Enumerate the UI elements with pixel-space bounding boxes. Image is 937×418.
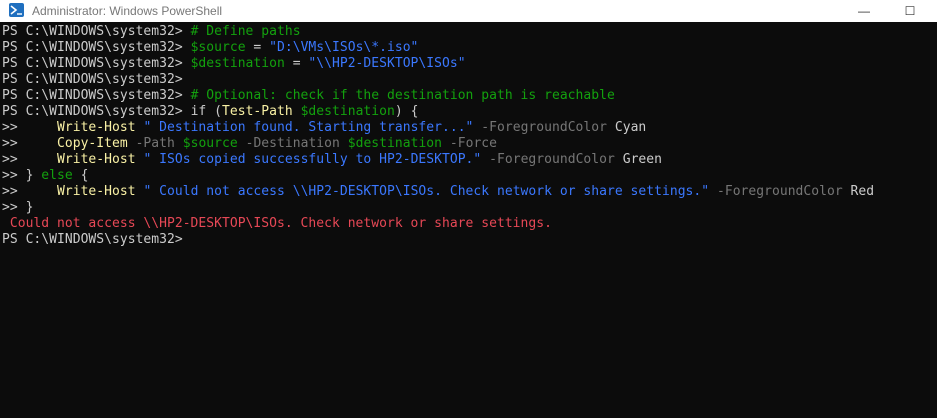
- terminal-token: >>: [2, 200, 26, 215]
- terminal-token: >>: [2, 184, 57, 199]
- terminal-token: Write-Host: [57, 152, 136, 167]
- terminal-line: Could not access \\HP2-DESKTOP\ISOs. Che…: [2, 216, 935, 232]
- terminal-token: $source: [190, 40, 246, 55]
- prompt-chevron-icon: [10, 5, 22, 15]
- terminal-token: -ForegroundColor: [481, 120, 607, 135]
- terminal-token: # Optional: check if the destination pat…: [190, 88, 615, 103]
- terminal-line: >> Copy-Item -Path $source -Destination …: [2, 136, 935, 152]
- powershell-icon: [9, 3, 24, 17]
- terminal-token: PS C:\WINDOWS\system32>: [2, 104, 191, 119]
- terminal-token: PS C:\WINDOWS\system32>: [2, 232, 191, 247]
- terminal-line: >> Write-Host " ISOs copied successfully…: [2, 152, 935, 168]
- terminal-token: ) {: [394, 104, 419, 119]
- terminal-token: >>: [2, 168, 26, 183]
- terminal-token: Cyan: [607, 120, 647, 135]
- terminal-token: PS C:\WINDOWS\system32>: [2, 72, 191, 87]
- terminal-token: >>: [2, 120, 57, 135]
- terminal-token: -Path: [135, 136, 175, 151]
- title-bar[interactable]: Administrator: Windows PowerShell — ☐: [0, 0, 937, 22]
- terminal-token: $source: [182, 136, 238, 151]
- window-title: Administrator: Windows PowerShell: [32, 4, 223, 18]
- terminal-token: (: [206, 104, 222, 119]
- terminal-token: >>: [2, 136, 57, 151]
- terminal-token: " ISOs copied successfully to HP2-DESKTO…: [143, 152, 482, 167]
- terminal-token: Test-Path: [222, 104, 293, 119]
- terminal-output[interactable]: PS C:\WINDOWS\system32> # Define paths PS…: [2, 24, 935, 416]
- terminal-token: {: [72, 168, 89, 183]
- terminal-token: " Destination found. Starting transfer..…: [143, 120, 474, 135]
- terminal-line: >> Write-Host " Destination found. Start…: [2, 120, 935, 136]
- terminal-token: # Define paths: [190, 24, 301, 39]
- terminal-token: >>: [2, 152, 57, 167]
- terminal-token: "\\HP2-DESKTOP\ISOs": [308, 56, 466, 71]
- maximize-button[interactable]: ☐: [887, 0, 933, 22]
- terminal-line: PS C:\WINDOWS\system32>: [2, 72, 935, 88]
- terminal-line: PS C:\WINDOWS\system32> if (Test-Path $d…: [2, 104, 935, 120]
- terminal-token: PS C:\WINDOWS\system32>: [2, 56, 191, 71]
- terminal-line: PS C:\WINDOWS\system32>: [2, 232, 935, 248]
- terminal-token: Green: [614, 152, 662, 167]
- terminal-line: PS C:\WINDOWS\system32> # Define paths: [2, 24, 935, 40]
- terminal-token: " Could not access \\HP2-DESKTOP\ISOs. C…: [143, 184, 710, 199]
- terminal-token: $destination: [347, 136, 443, 151]
- terminal-token: -Destination: [245, 136, 340, 151]
- terminal-token: Copy-Item: [57, 136, 128, 151]
- terminal-line: PS C:\WINDOWS\system32> $destination = "…: [2, 56, 935, 72]
- terminal-line: PS C:\WINDOWS\system32> # Optional: chec…: [2, 88, 935, 104]
- terminal-token: else: [41, 168, 73, 183]
- terminal-token: PS C:\WINDOWS\system32>: [2, 24, 191, 39]
- terminal-token: =: [245, 40, 270, 55]
- terminal-token: $destination: [300, 104, 395, 119]
- terminal-token: Write-Host: [57, 120, 136, 135]
- terminal-line: >> } else {: [2, 168, 935, 184]
- terminal-token: -ForegroundColor: [716, 184, 843, 199]
- terminal-token: Red: [842, 184, 875, 199]
- terminal-token: }: [25, 168, 42, 183]
- terminal-line: PS C:\WINDOWS\system32> $source = "D:\VM…: [2, 40, 935, 56]
- terminal-token: -ForegroundColor: [489, 152, 615, 167]
- terminal-token: $destination: [190, 56, 285, 71]
- terminal-token: PS C:\WINDOWS\system32>: [2, 88, 191, 103]
- terminal-token: Write-Host: [57, 184, 136, 199]
- terminal-token: =: [284, 56, 309, 71]
- terminal-line: >> Write-Host " Could not access \\HP2-D…: [2, 184, 935, 200]
- minimize-button[interactable]: —: [841, 0, 887, 22]
- terminal-token: -Force: [449, 136, 498, 151]
- terminal-token: }: [25, 200, 34, 215]
- terminal-token: Could not access \\HP2-DESKTOP\ISOs. Che…: [2, 216, 552, 231]
- terminal-token: if: [190, 104, 207, 119]
- terminal-token: PS C:\WINDOWS\system32>: [2, 40, 191, 55]
- terminal-token: "D:\VMs\ISOs\*.iso": [269, 40, 419, 55]
- terminal-line: >> }: [2, 200, 935, 216]
